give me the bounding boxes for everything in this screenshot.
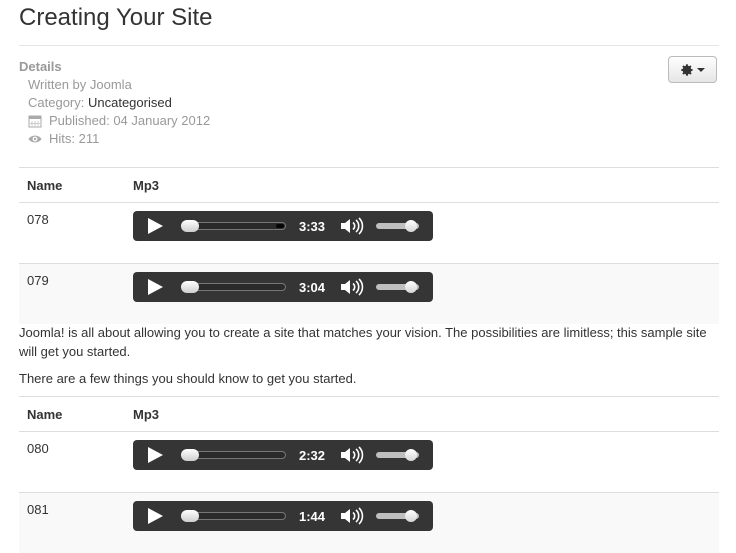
details-label: Details <box>19 58 659 76</box>
column-header-mp3: Mp3 <box>133 168 719 203</box>
seek-handle[interactable] <box>181 449 199 461</box>
track-name: 078 <box>19 203 133 264</box>
track-name: 081 <box>19 493 133 553</box>
column-header-name: Name <box>19 168 133 203</box>
play-icon[interactable] <box>148 447 163 463</box>
volume-icon[interactable] <box>340 507 364 525</box>
mp3-cell: 2:32 <box>133 432 719 493</box>
eye-icon <box>28 132 42 146</box>
title-divider <box>19 45 719 46</box>
gear-icon <box>680 63 694 77</box>
getting-started-paragraph: There are a few things you should know t… <box>19 369 719 388</box>
intro-paragraph: Joomla! is all about allowing you to cre… <box>19 323 719 361</box>
article-tools-button[interactable] <box>668 56 717 83</box>
mp3-table-1: Name Mp3 078 3:33 <box>19 167 719 324</box>
hits-text: Hits: 211 <box>49 130 99 148</box>
track-name: 080 <box>19 432 133 493</box>
volume-icon[interactable] <box>340 278 364 296</box>
audio-player: 1:44 <box>133 501 433 531</box>
play-icon[interactable] <box>148 279 163 295</box>
table-row: 080 2:32 <box>19 432 719 493</box>
table-header-row: Name Mp3 <box>19 397 719 432</box>
seek-handle[interactable] <box>181 510 199 522</box>
track-name: 079 <box>19 264 133 325</box>
mp3-cell: 3:04 <box>133 264 719 325</box>
published-text: Published: 04 January 2012 <box>49 112 210 130</box>
volume-icon[interactable] <box>340 446 364 464</box>
mp3-cell: 3:33 <box>133 203 719 264</box>
volume-handle[interactable] <box>405 220 417 232</box>
mp3-cell: 1:44 <box>133 493 719 553</box>
chevron-down-icon <box>697 68 705 72</box>
table-header-row: Name Mp3 <box>19 168 719 203</box>
author-info: Written by Joomla <box>19 76 659 94</box>
volume-icon[interactable] <box>340 217 364 235</box>
seek-handle[interactable] <box>181 281 199 293</box>
duration-label: 2:32 <box>299 448 325 463</box>
table-row: 081 1:44 <box>19 493 719 553</box>
calendar-icon <box>28 114 42 128</box>
duration-label: 3:04 <box>299 280 325 295</box>
page-title: Creating Your Site <box>19 4 212 32</box>
mp3-table-2: Name Mp3 080 2:32 <box>19 396 719 553</box>
audio-player: 3:04 <box>133 272 433 302</box>
seek-handle[interactable] <box>181 220 199 232</box>
audio-player: 2:32 <box>133 440 433 470</box>
hits-info: Hits: 211 <box>19 130 659 148</box>
volume-handle[interactable] <box>405 281 417 293</box>
volume-handle[interactable] <box>405 449 417 461</box>
article-details: Details Written by Joomla Category: Unca… <box>19 58 659 148</box>
play-icon[interactable] <box>148 508 163 524</box>
volume-handle[interactable] <box>405 510 417 522</box>
category-link[interactable]: Uncategorised <box>88 94 172 112</box>
table-row: 078 3:33 <box>19 203 719 264</box>
duration-label: 1:44 <box>299 509 325 524</box>
table-row: 079 3:04 <box>19 264 719 325</box>
category-info: Category: Uncategorised <box>19 94 659 112</box>
author-text: Written by Joomla <box>28 76 132 94</box>
published-info: Published: 04 January 2012 <box>19 112 659 130</box>
duration-label: 3:33 <box>299 219 325 234</box>
buffered-bar <box>276 224 284 228</box>
category-prefix: Category: <box>28 94 88 112</box>
audio-player: 3:33 <box>133 211 433 241</box>
column-header-name: Name <box>19 397 133 432</box>
column-header-mp3: Mp3 <box>133 397 719 432</box>
play-icon[interactable] <box>148 218 163 234</box>
